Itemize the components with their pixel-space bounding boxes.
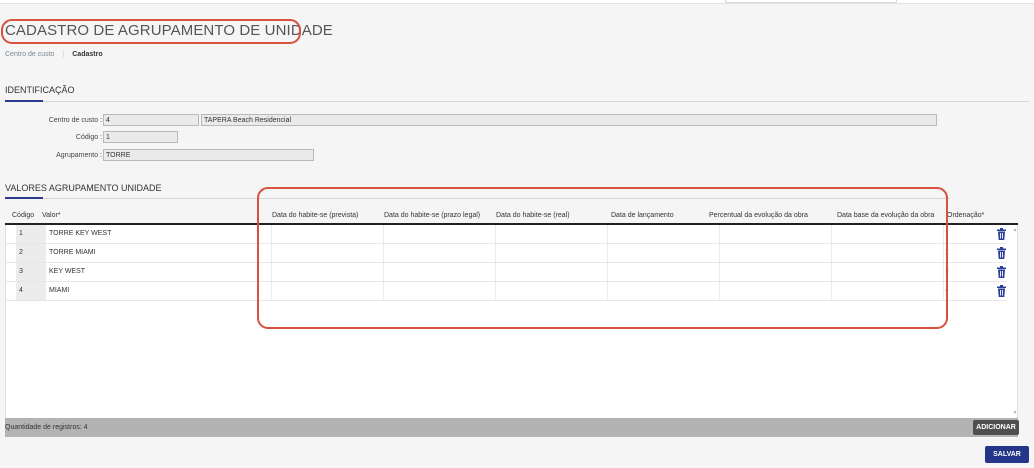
row-valor[interactable]: TORRE KEY WEST xyxy=(49,230,111,237)
row-codigo: 3 xyxy=(16,263,46,281)
agrupamento-input[interactable]: TORRE xyxy=(103,149,314,161)
agrupamento-label: Agrupamento : xyxy=(56,152,102,159)
col-header-valor[interactable]: Valor* xyxy=(42,212,61,219)
centro-de-custo-label: Centro de custo : xyxy=(48,117,102,124)
codigo-label: Código : xyxy=(75,134,102,141)
row-valor[interactable]: MIAMI xyxy=(49,287,69,294)
grid-scrollbar[interactable]: ▲ ▼ xyxy=(1012,225,1018,418)
col-header-codigo[interactable]: Código xyxy=(12,212,34,219)
add-button[interactable]: ADICIONAR xyxy=(973,420,1019,435)
centro-de-custo-code-input[interactable]: 4 xyxy=(103,114,199,126)
breadcrumb-separator: | xyxy=(62,51,65,58)
grid-footer: Quantidade de registros: 4 ADICIONAR xyxy=(5,418,1019,437)
top-search-box[interactable] xyxy=(725,0,897,3)
row-valor[interactable]: TORRE MIAMI xyxy=(49,249,96,256)
centro-de-custo-name-input[interactable]: TAPERA Beach Residencial xyxy=(201,114,937,126)
trash-icon[interactable] xyxy=(997,285,1006,297)
columns-highlight-ring xyxy=(257,187,948,329)
top-bar xyxy=(0,0,1034,4)
section-title-identificacao: IDENTIFICAÇÃO xyxy=(5,85,75,95)
section-accent xyxy=(5,100,43,102)
trash-icon[interactable] xyxy=(997,266,1006,278)
row-codigo: 2 xyxy=(16,244,46,262)
row-codigo: 4 xyxy=(16,282,46,300)
row-codigo: 1 xyxy=(16,225,46,243)
record-count: Quantidade de registros: 4 xyxy=(5,424,88,431)
breadcrumb-current: Cadastro xyxy=(72,51,103,58)
codigo-input[interactable]: 1 xyxy=(103,131,178,143)
title-highlight-ring xyxy=(1,19,301,44)
col-header-ordenacao[interactable]: Ordenação* xyxy=(947,212,984,219)
trash-icon[interactable] xyxy=(997,228,1006,240)
scroll-up-icon[interactable]: ▲ xyxy=(1012,227,1018,233)
section-divider xyxy=(5,101,1029,102)
breadcrumb: Centro de custo | Cadastro xyxy=(5,51,103,58)
row-valor[interactable]: KEY WEST xyxy=(49,268,85,275)
save-button[interactable]: SALVAR xyxy=(985,446,1029,463)
section-title-valores: VALORES AGRUPAMENTO UNIDADE xyxy=(5,183,162,193)
scroll-down-icon[interactable]: ▼ xyxy=(1012,410,1018,416)
section-accent-valores xyxy=(5,197,43,199)
trash-icon[interactable] xyxy=(997,247,1006,259)
breadcrumb-centro-de-custo[interactable]: Centro de custo xyxy=(5,51,54,58)
